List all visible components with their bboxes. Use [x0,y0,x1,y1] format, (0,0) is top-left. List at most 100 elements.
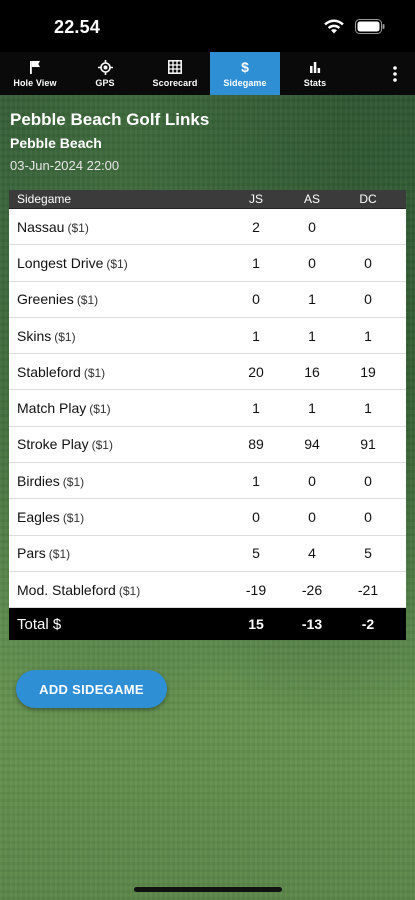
header-player: AS [303,192,320,206]
cell-value: 0 [308,509,316,526]
table-row[interactable]: Match Play ($1) 1 1 1 [9,390,406,427]
course-header: Pebble Beach Golf Links Pebble Beach 03-… [10,110,209,173]
battery-icon [355,18,385,34]
round-date: 03-Jun-2024 22:00 [10,158,120,173]
cell-value: 0 [308,218,316,235]
row-name: Birdies ($1) [9,473,228,489]
total-value: -2 [361,616,375,633]
tab-sidegame[interactable]: $ Sidegame [210,52,280,95]
total-value: -13 [301,616,323,633]
table-row[interactable]: Longest Drive ($1) 1 0 0 [9,245,406,282]
sidegame-table: Sidegame JS AS DC Nassau ($1) 2 0 Longest… [9,190,406,641]
tab-bar: Hole View GPS Scorecard $ Sidegame Stats [0,52,415,95]
game-name: Eagles [17,509,60,526]
table-header: Sidegame JS AS DC [9,190,406,209]
wifi-icon [324,19,344,34]
game-name: Stableford [17,363,81,380]
table-row[interactable]: Stroke Play ($1) 89 94 91 [9,426,406,464]
game-stake: ($1) [54,329,76,344]
add-sidegame-button[interactable]: ADD SIDEGAME [16,670,167,708]
more-vertical-icon [393,65,397,82]
table-row[interactable]: Skins ($1) 1 1 1 [9,317,406,355]
cell-value: 91 [360,436,376,453]
cell-value: -26 [301,581,323,598]
table-row[interactable]: Eagles ($1) 0 0 0 [9,499,406,536]
game-name: Skins [17,327,52,344]
cell-value: -21 [357,581,379,598]
home-indicator[interactable] [134,887,282,892]
cell-value: 0 [308,472,316,489]
game-name: Pars [17,545,46,562]
tab-label: Sidegame [223,78,267,88]
game-stake: ($1) [91,438,113,453]
dollar-icon: $ [241,59,249,75]
game-name: Greenies [17,291,74,308]
row-name: Mod. Stableford ($1) [9,582,228,598]
cell-value: 5 [364,545,372,562]
cell-value: 16 [304,363,320,380]
cell-value: 0 [364,291,372,308]
tab-label: Hole View [13,78,57,88]
game-stake: ($1) [106,256,128,271]
tab-label: Scorecard [152,78,198,88]
game-stake: ($1) [48,547,71,562]
cell-value: 2 [252,218,260,235]
total-row: Total $ 15 -13 -2 [9,608,406,641]
cell-value: 5 [252,545,260,562]
table-row[interactable]: Nassau ($1) 2 0 [9,209,406,246]
grid-icon [168,59,182,75]
cell-value: 20 [248,363,264,380]
tab-gps[interactable]: GPS [70,52,140,95]
cell-value: -19 [245,581,267,598]
table-row[interactable]: Stableford ($1) 20 16 19 [9,354,406,391]
tab-scorecard[interactable]: Scorecard [140,52,210,95]
course-name: Pebble Beach Golf Links [10,110,210,129]
tab-hole-view[interactable]: Hole View [0,52,70,95]
cell-value: 19 [360,363,376,380]
row-name: Nassau ($1) [9,219,228,235]
table-row[interactable]: Mod. Stableford ($1) -19 -26 -21 [9,571,406,609]
cell-value: 0 [308,254,316,271]
row-name: Greenies ($1) [9,291,228,307]
game-stake: ($1) [62,474,85,489]
cell-value: 0 [252,509,260,526]
cell-value: 0 [364,509,372,526]
row-name: Stableford ($1) [9,364,228,380]
game-stake: ($1) [62,511,85,526]
cell-value: 1 [252,472,260,489]
status-icons [323,18,385,34]
cell-value: 0 [252,291,260,308]
table-row[interactable]: Greenies ($1) 0 1 0 [9,281,406,318]
game-name: Mod. Stableford [17,581,116,598]
row-name: Match Play ($1) [9,400,228,416]
game-name: Birdies [17,472,60,489]
game-name: Longest Drive [17,254,104,271]
cell-value: 1 [364,400,372,417]
row-name: Eagles ($1) [9,509,228,525]
table-row[interactable]: Pars ($1) 5 4 5 [9,535,406,572]
tab-stats[interactable]: Stats [280,52,350,95]
total-label: Total $ [17,615,62,633]
row-name: Stroke Play ($1) [9,436,228,452]
cell-value: 1 [252,327,260,344]
bar-chart-icon [309,59,321,75]
row-name: Pars ($1) [9,545,228,561]
status-bar: 22.54 [0,0,415,52]
tab-label: GPS [95,78,115,88]
total-value: 15 [248,616,264,633]
cell-value: 0 [364,472,372,489]
flag-icon [29,59,41,75]
game-stake: ($1) [118,583,141,598]
game-stake: ($1) [83,365,106,380]
game-stake: ($1) [89,402,111,417]
header-sidegame: Sidegame [17,192,72,206]
header-player: JS [248,192,263,206]
cell-value: 1 [252,400,260,417]
table-row[interactable]: Birdies ($1) 1 0 0 [9,463,406,500]
cell-value: 1 [364,327,372,344]
cell-value: 94 [304,436,320,453]
game-name: Match Play [17,400,87,417]
cell-value: 4 [308,545,316,562]
row-name: Longest Drive ($1) [9,255,228,271]
more-button[interactable] [375,52,415,95]
